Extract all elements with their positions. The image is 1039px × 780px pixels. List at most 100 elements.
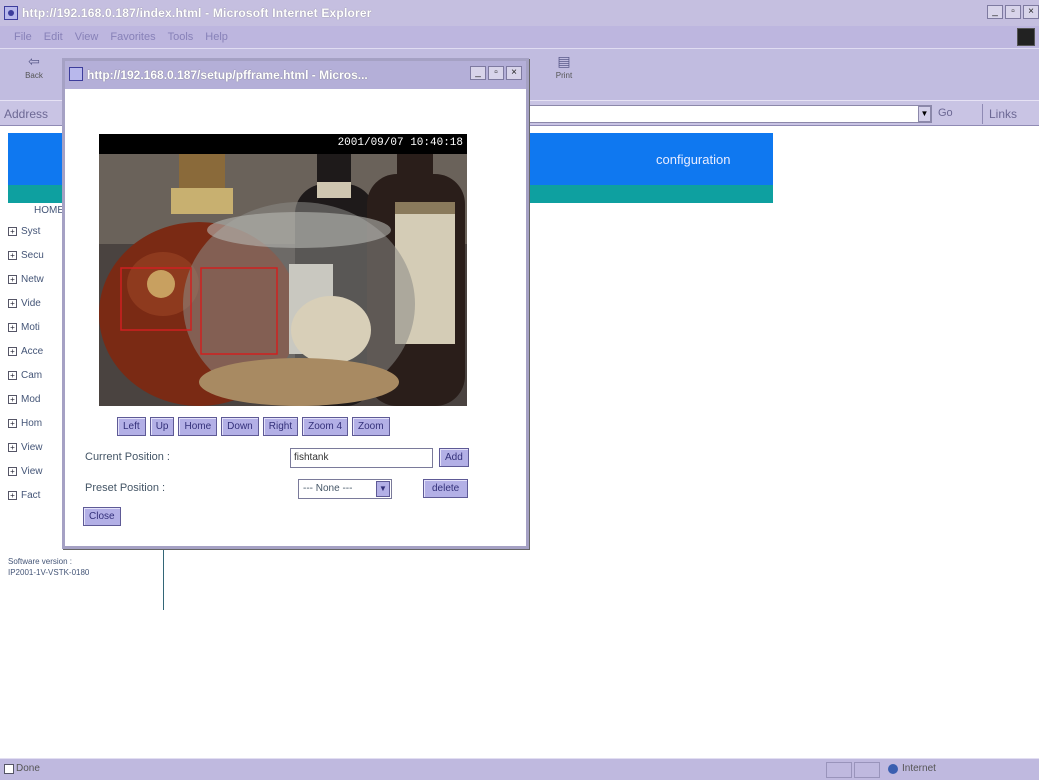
popup-maximize-button[interactable]: ▫ [488,66,504,80]
address-dropdown-button[interactable]: ▼ [918,106,931,122]
status-text: Done [16,763,40,774]
back-button[interactable]: ⇦ Back [14,53,54,80]
menu-file[interactable]: File [14,31,32,43]
pan-right-button[interactable]: Right [262,417,299,436]
sidebar-item-view-2[interactable]: + View [8,463,43,479]
menu-favorites[interactable]: Favorites [110,31,155,43]
software-version-label: Software version : [8,557,73,566]
expand-icon: + [8,466,17,476]
menu-edit[interactable]: Edit [44,31,63,43]
expand-icon: + [8,394,17,404]
status-bar: Done Internet [0,758,1039,780]
banner-title: configuration [656,152,731,167]
menu-help[interactable]: Help [205,31,228,43]
expand-icon: + [8,346,17,356]
sidebar-item-system[interactable]: + Syst [8,223,40,239]
expand-icon: + [8,418,17,428]
home-button[interactable]: Home [178,417,218,436]
browser-title: http://192.168.0.187/index.html - Micros… [22,6,372,20]
preset-position-label: Preset Position : [85,482,166,494]
minimize-button[interactable]: _ [987,5,1003,19]
windows-logo-icon [1017,28,1035,46]
ie-logo-icon [4,6,18,20]
add-button[interactable]: Add [439,448,469,467]
sidebar-item-label: Acce [21,345,44,357]
expand-icon: + [8,250,17,260]
tilt-down-button[interactable]: Down [221,417,259,436]
close-button[interactable]: Close [83,507,121,526]
software-version: Software version : IP2001-1V-VSTK-0180 [8,556,89,578]
sidebar-item-camera[interactable]: + Cam [8,367,42,383]
current-position-label: Current Position : [85,451,170,463]
expand-icon: + [8,274,17,284]
software-version-value: IP2001-1V-VSTK-0180 [8,568,90,577]
maximize-button[interactable]: ▫ [1005,5,1021,19]
sidebar-item-security[interactable]: + Secu [8,247,44,263]
tilt-up-button[interactable]: Up [149,417,175,436]
sidebar-item-label: Netw [21,273,44,285]
expand-icon: + [8,490,17,500]
address-input[interactable] [520,105,932,123]
expand-icon: + [8,442,17,452]
sidebar-item-modem[interactable]: + Mod [8,391,40,407]
preset-position-select[interactable]: --- None --- ▼ [298,479,392,499]
expand-icon: + [8,322,17,332]
sidebar-item-label: View [21,441,43,453]
print-label: Print [555,71,573,80]
sidebar-item-label: Cam [21,369,43,381]
sidebar-item-label: Hom [21,417,43,429]
sidebar-item-video[interactable]: + Vide [8,295,41,311]
sidebar-divider [163,540,164,610]
camera-control-row: Left Up Home Down Right Zoom 4 Zoom [117,417,390,436]
back-label: Back [25,71,43,80]
zoom-button[interactable]: Zoom [352,417,390,436]
menu-tools[interactable]: Tools [168,31,194,43]
sidebar-item-network[interactable]: + Netw [8,271,44,287]
browser-titlebar: http://192.168.0.187/index.html - Micros… [0,0,1039,26]
status-pane [854,762,880,778]
sidebar-item-view-1[interactable]: + View [8,439,43,455]
sidebar-item-access[interactable]: + Acce [8,343,43,359]
popup-titlebar: http://192.168.0.187/setup/pfframe.html … [65,61,526,89]
delete-button[interactable]: delete [423,479,469,498]
address-label: Address [4,107,49,121]
pan-left-button[interactable]: Left [117,417,146,436]
sidebar-item-homepage[interactable]: + Hom [8,415,42,431]
menu-view[interactable]: View [75,31,99,43]
globe-icon [888,764,898,774]
sidebar-home-link[interactable]: HOME [34,205,64,216]
go-button[interactable]: Go [938,107,953,119]
camera-timestamp: 2001/09/07 10:40:18 [337,137,463,149]
popup-title: http://192.168.0.187/setup/pfframe.html … [87,68,368,82]
ie-logo-icon [69,67,83,81]
sidebar-item-label: Vide [21,297,41,309]
popup-window: http://192.168.0.187/setup/pfframe.html … [62,58,529,549]
sidebar-item-factory[interactable]: + Fact [8,487,40,503]
camera-timestamp-bar: 2001/09/07 10:40:18 [99,134,467,154]
window-controls: _ ▫ × [987,5,1039,19]
current-position-input[interactable]: fishtank [290,448,433,468]
zoom-4-button[interactable]: Zoom 4 [302,417,349,436]
menu-bar: File Edit View Favorites Tools Help [0,26,1039,48]
close-window-button[interactable]: × [1023,5,1039,19]
sidebar-item-label: Mod [21,393,41,405]
expand-icon: + [8,370,17,380]
page-done-icon [4,764,14,774]
links-button[interactable]: Links [982,104,1023,124]
camera-view: 2001/09/07 10:40:18 [99,134,467,406]
chevron-down-icon[interactable]: ▼ [376,481,390,497]
sidebar-item-label: Fact [21,489,41,501]
sidebar-item-label: Moti [21,321,40,333]
status-pane [826,762,852,778]
popup-window-controls: _ ▫ × [470,66,522,80]
popup-minimize-button[interactable]: _ [470,66,486,80]
sidebar-item-label: Syst [21,225,41,237]
zone-text: Internet [902,763,936,774]
preset-selected-value: --- None --- [303,483,353,494]
sidebar-item-motion[interactable]: + Moti [8,319,40,335]
print-button[interactable]: ▤ Print [544,53,584,80]
sidebar-item-label: Secu [21,249,44,261]
camera-image [99,154,467,406]
popup-close-window-button[interactable]: × [506,66,522,80]
back-arrow-icon: ⇦ [28,53,40,69]
